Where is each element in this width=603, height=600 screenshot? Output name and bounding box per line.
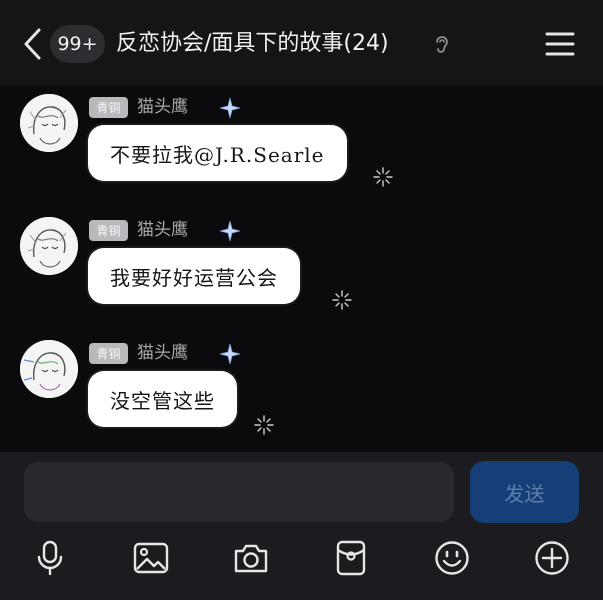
avatar-sketch-image: [20, 340, 78, 398]
red-packet-button[interactable]: [331, 538, 371, 578]
chat-title: 反恋协会/面具下的故事(24): [116, 31, 389, 56]
bubble-sparkle-icon: [254, 415, 274, 435]
avatar[interactable]: [20, 340, 78, 398]
sender-name[interactable]: 猫头鹰: [137, 340, 188, 366]
image-button[interactable]: [131, 538, 171, 578]
input-bar: 发送: [0, 452, 603, 600]
sender-name[interactable]: 猫头鹰: [137, 94, 188, 120]
chat-header: 99+ 反恋协会/面具下的故事(24): [0, 0, 603, 86]
bubble-sparkle-icon: [373, 167, 393, 187]
chevron-left-icon: [24, 28, 41, 60]
level-badge: 青铜: [89, 220, 128, 241]
image-icon: [133, 542, 169, 574]
red-packet-icon: [336, 540, 366, 576]
level-badge: 青铜: [89, 343, 128, 364]
unread-count-badge[interactable]: 99+: [50, 25, 105, 63]
message-bubble[interactable]: 没空管这些: [88, 371, 237, 427]
emoji-icon: [435, 541, 469, 575]
more-button[interactable]: [532, 538, 572, 578]
send-button[interactable]: 发送: [470, 461, 579, 523]
avatar[interactable]: [20, 217, 78, 275]
message-row: 青铜 猫头鹰 不要拉我@J.R.Searle: [0, 88, 603, 208]
sparkle-badge-icon: [219, 97, 241, 119]
message-bubble[interactable]: 我要好好运营公会: [88, 248, 300, 304]
back-button[interactable]: [18, 26, 46, 62]
camera-icon: [234, 544, 268, 573]
message-row: 青铜 猫头鹰 没空管这些: [0, 334, 603, 454]
ear-icon: [436, 36, 448, 53]
sparkle-badge-icon: [219, 220, 241, 242]
bubble-sparkle-icon: [332, 290, 352, 310]
camera-button[interactable]: [231, 538, 271, 578]
sender-name[interactable]: 猫头鹰: [137, 217, 188, 243]
sparkle-badge-icon: [219, 343, 241, 365]
voice-button[interactable]: [30, 538, 70, 578]
message-input[interactable]: [24, 462, 454, 522]
plus-icon: [535, 541, 569, 575]
message-row: 青铜 猫头鹰 我要好好运营公会: [0, 211, 603, 331]
microphone-icon: [37, 540, 63, 576]
avatar[interactable]: [20, 94, 78, 152]
avatar-sketch-image: [20, 94, 78, 152]
emoji-button[interactable]: [432, 538, 472, 578]
level-badge: 青铜: [89, 97, 128, 118]
menu-icon[interactable]: [544, 29, 576, 59]
avatar-sketch-image: [20, 217, 78, 275]
message-bubble[interactable]: 不要拉我@J.R.Searle: [88, 125, 347, 181]
